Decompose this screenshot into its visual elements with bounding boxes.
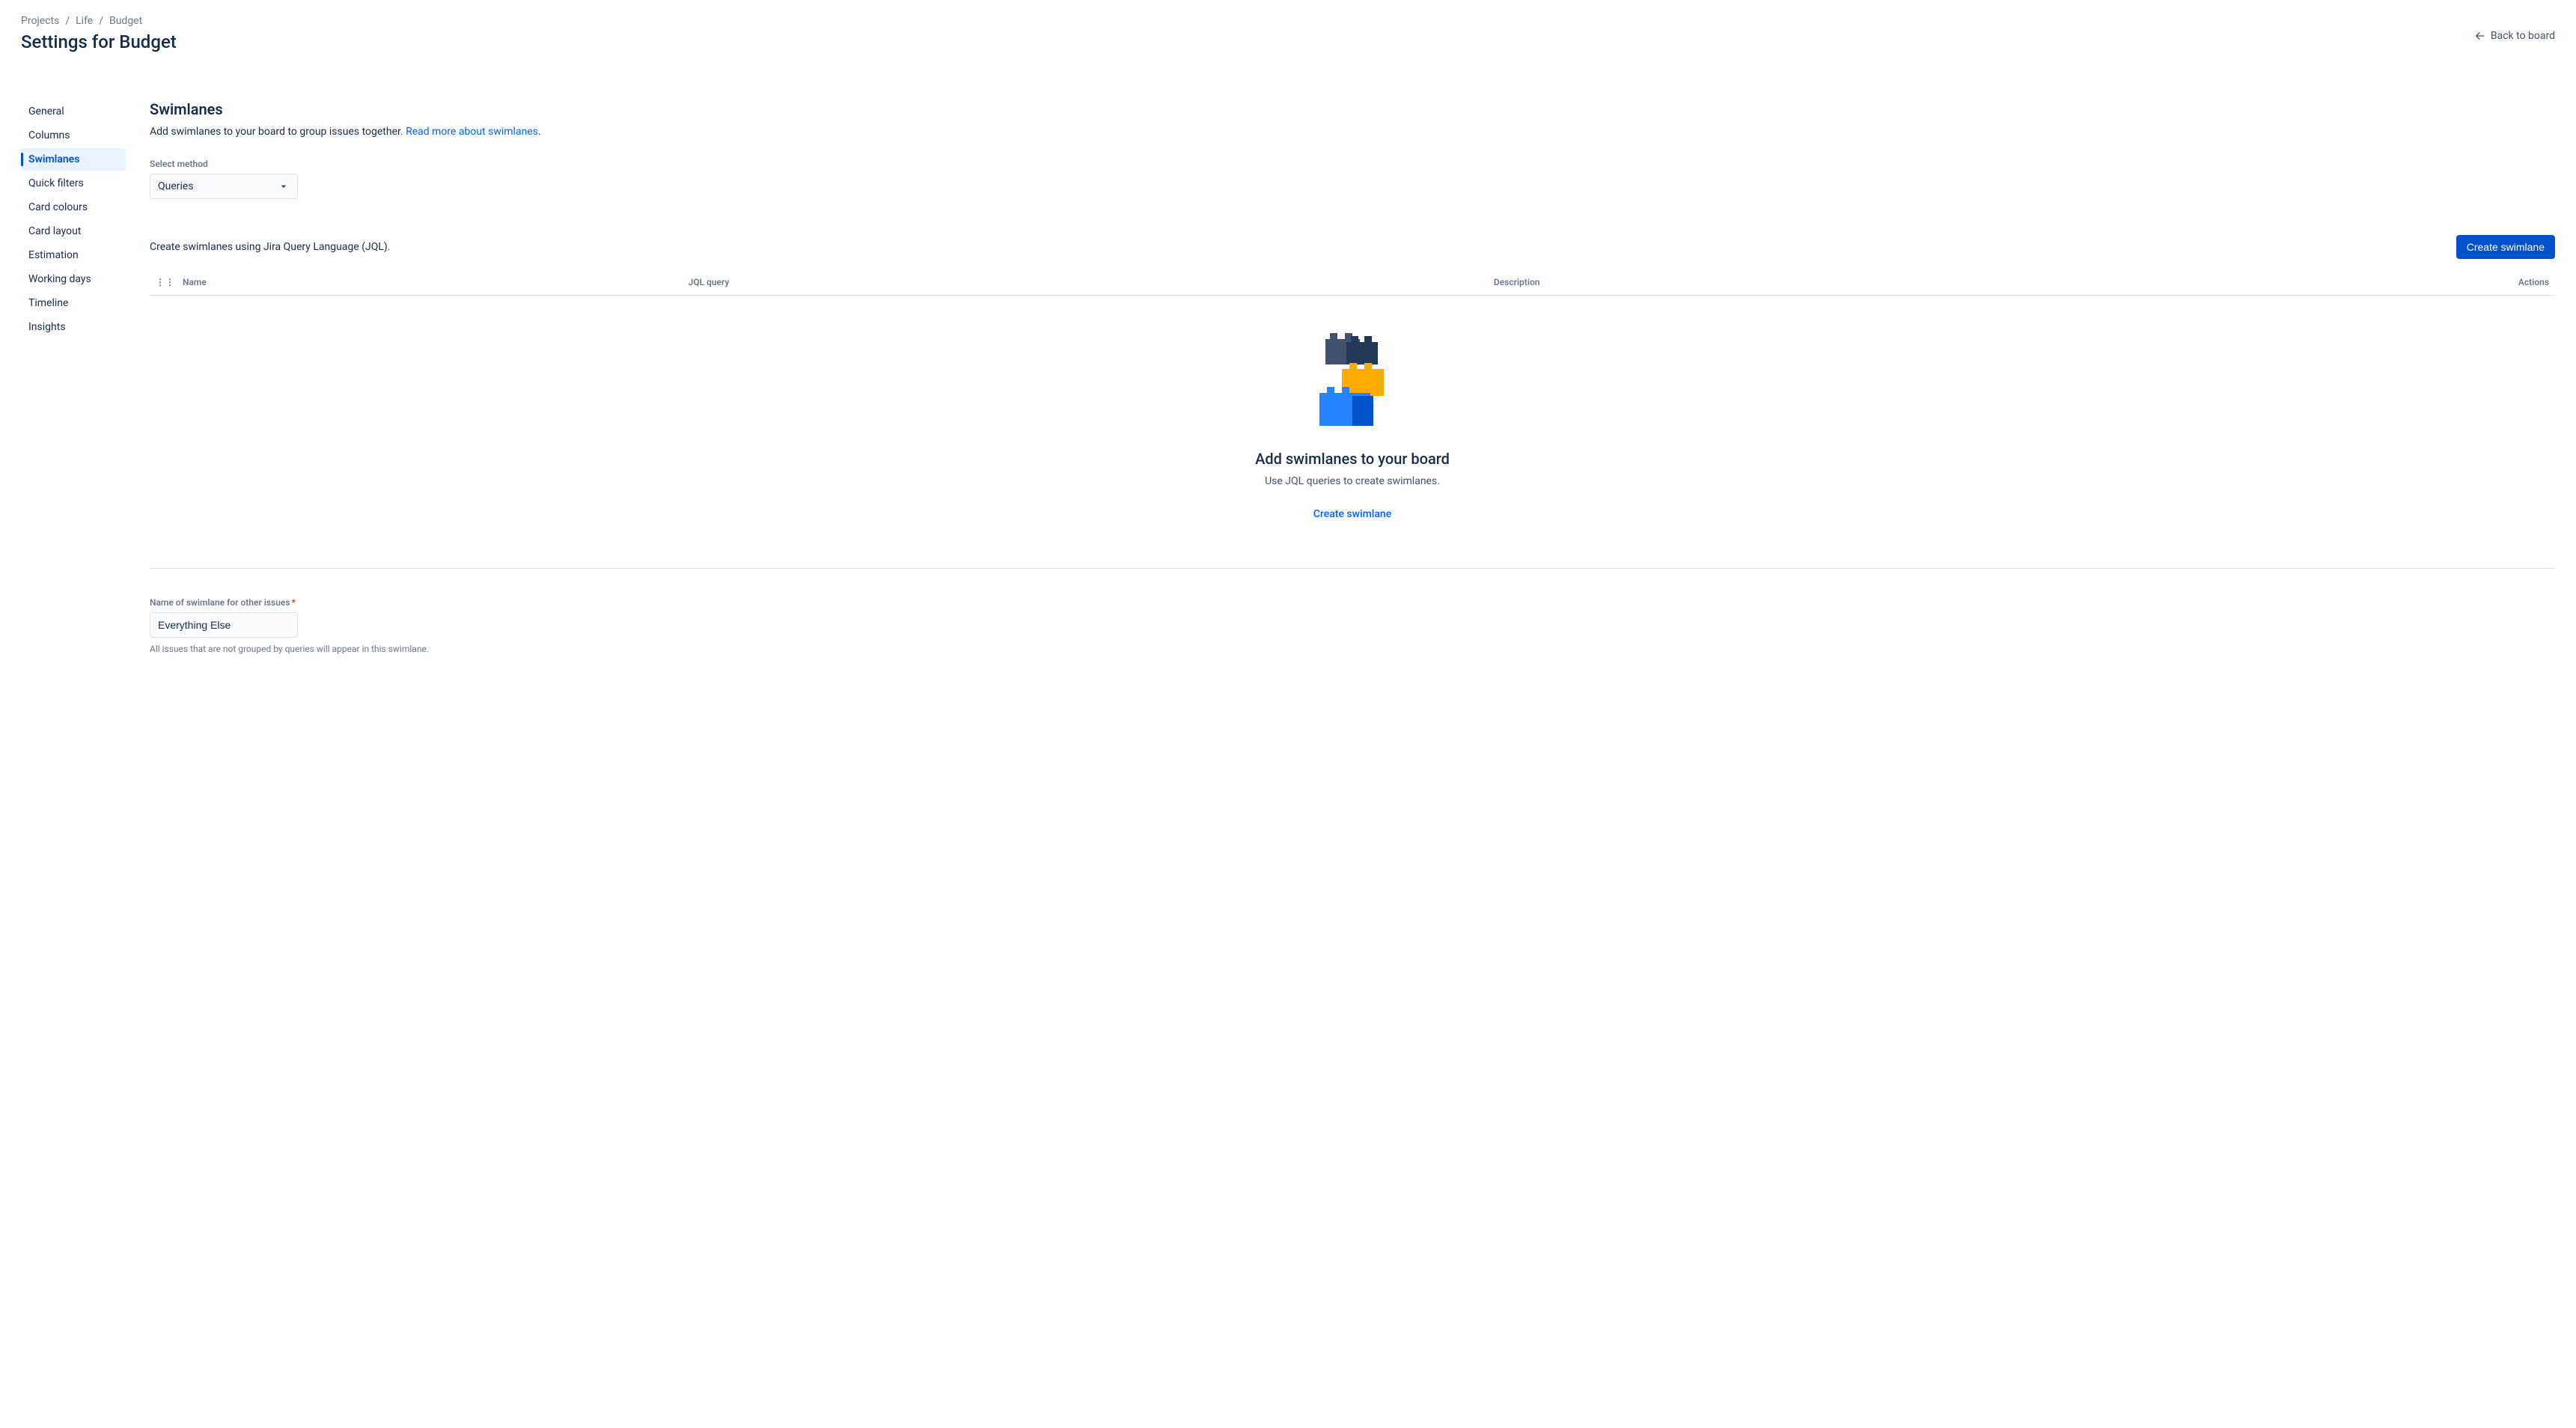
- breadcrumb-life[interactable]: Life: [76, 15, 93, 27]
- section-description: Add swimlanes to your board to group iss…: [150, 126, 2555, 138]
- empty-state-illustration: [1315, 329, 1390, 433]
- breadcrumb-budget[interactable]: Budget: [109, 15, 142, 27]
- back-to-board-link[interactable]: Back to board: [2474, 30, 2555, 42]
- sidebar-item-estimation[interactable]: Estimation: [21, 244, 126, 266]
- sidebar-item-card-colours[interactable]: Card colours: [21, 196, 126, 219]
- select-method-dropdown[interactable]: Queries: [150, 174, 298, 199]
- empty-state-subtitle: Use JQL queries to create swimlanes.: [150, 475, 2555, 487]
- sidebar-item-insights[interactable]: Insights: [21, 316, 126, 338]
- sidebar-item-quick-filters[interactable]: Quick filters: [21, 172, 126, 195]
- other-swimlane-name-input[interactable]: [150, 612, 298, 638]
- breadcrumb: Projects / Life / Budget: [21, 15, 177, 27]
- sidebar-item-columns[interactable]: Columns: [21, 124, 126, 147]
- col-jql: JQL query: [689, 277, 1488, 287]
- section-title: Swimlanes: [150, 100, 2555, 118]
- section-description-text: Add swimlanes to your board to group iss…: [150, 126, 406, 138]
- empty-state-title: Add swimlanes to your board: [150, 450, 2555, 468]
- sidebar-item-general[interactable]: General: [21, 100, 126, 123]
- back-to-board-label: Back to board: [2491, 30, 2555, 42]
- col-actions: Actions: [2299, 277, 2549, 287]
- page-title: Settings for Budget: [21, 31, 177, 52]
- drag-handle-icon: ⋮⋮: [156, 277, 177, 287]
- select-method-value: Queries: [158, 180, 194, 192]
- arrow-left-icon: [2474, 30, 2486, 42]
- swimlanes-table-header: ⋮⋮ Name JQL query Description Actions: [150, 269, 2555, 296]
- blocks-illustration-icon: [1315, 329, 1390, 433]
- create-swimlane-link[interactable]: Create swimlane: [1313, 508, 1391, 520]
- sidebar-item-swimlanes[interactable]: Swimlanes: [21, 148, 126, 171]
- other-swimlane-hint: All issues that are not grouped by queri…: [150, 644, 2555, 654]
- breadcrumb-separator: /: [99, 15, 103, 27]
- select-method-label: Select method: [150, 159, 2555, 169]
- col-description: Description: [1494, 277, 2293, 287]
- sidebar-item-working-days[interactable]: Working days: [21, 268, 126, 290]
- divider: [150, 568, 2555, 569]
- breadcrumb-separator: /: [65, 15, 70, 27]
- col-name: Name: [183, 277, 683, 287]
- other-swimlane-name-label: Name of swimlane for other issues: [150, 597, 2555, 608]
- breadcrumb-projects[interactable]: Projects: [21, 15, 59, 27]
- empty-state: Add swimlanes to your board Use JQL quer…: [150, 296, 2555, 543]
- create-swimlane-button[interactable]: Create swimlane: [2456, 235, 2555, 259]
- sidebar-item-timeline[interactable]: Timeline: [21, 292, 126, 314]
- chevron-down-icon: [278, 180, 290, 192]
- section-description-period: .: [538, 126, 541, 138]
- sidebar-item-card-layout[interactable]: Card layout: [21, 220, 126, 242]
- read-more-swimlanes-link[interactable]: Read more about swimlanes: [406, 126, 538, 138]
- jql-hint: Create swimlanes using Jira Query Langua…: [150, 241, 390, 253]
- settings-sidebar: General Columns Swimlanes Quick filters …: [21, 100, 126, 654]
